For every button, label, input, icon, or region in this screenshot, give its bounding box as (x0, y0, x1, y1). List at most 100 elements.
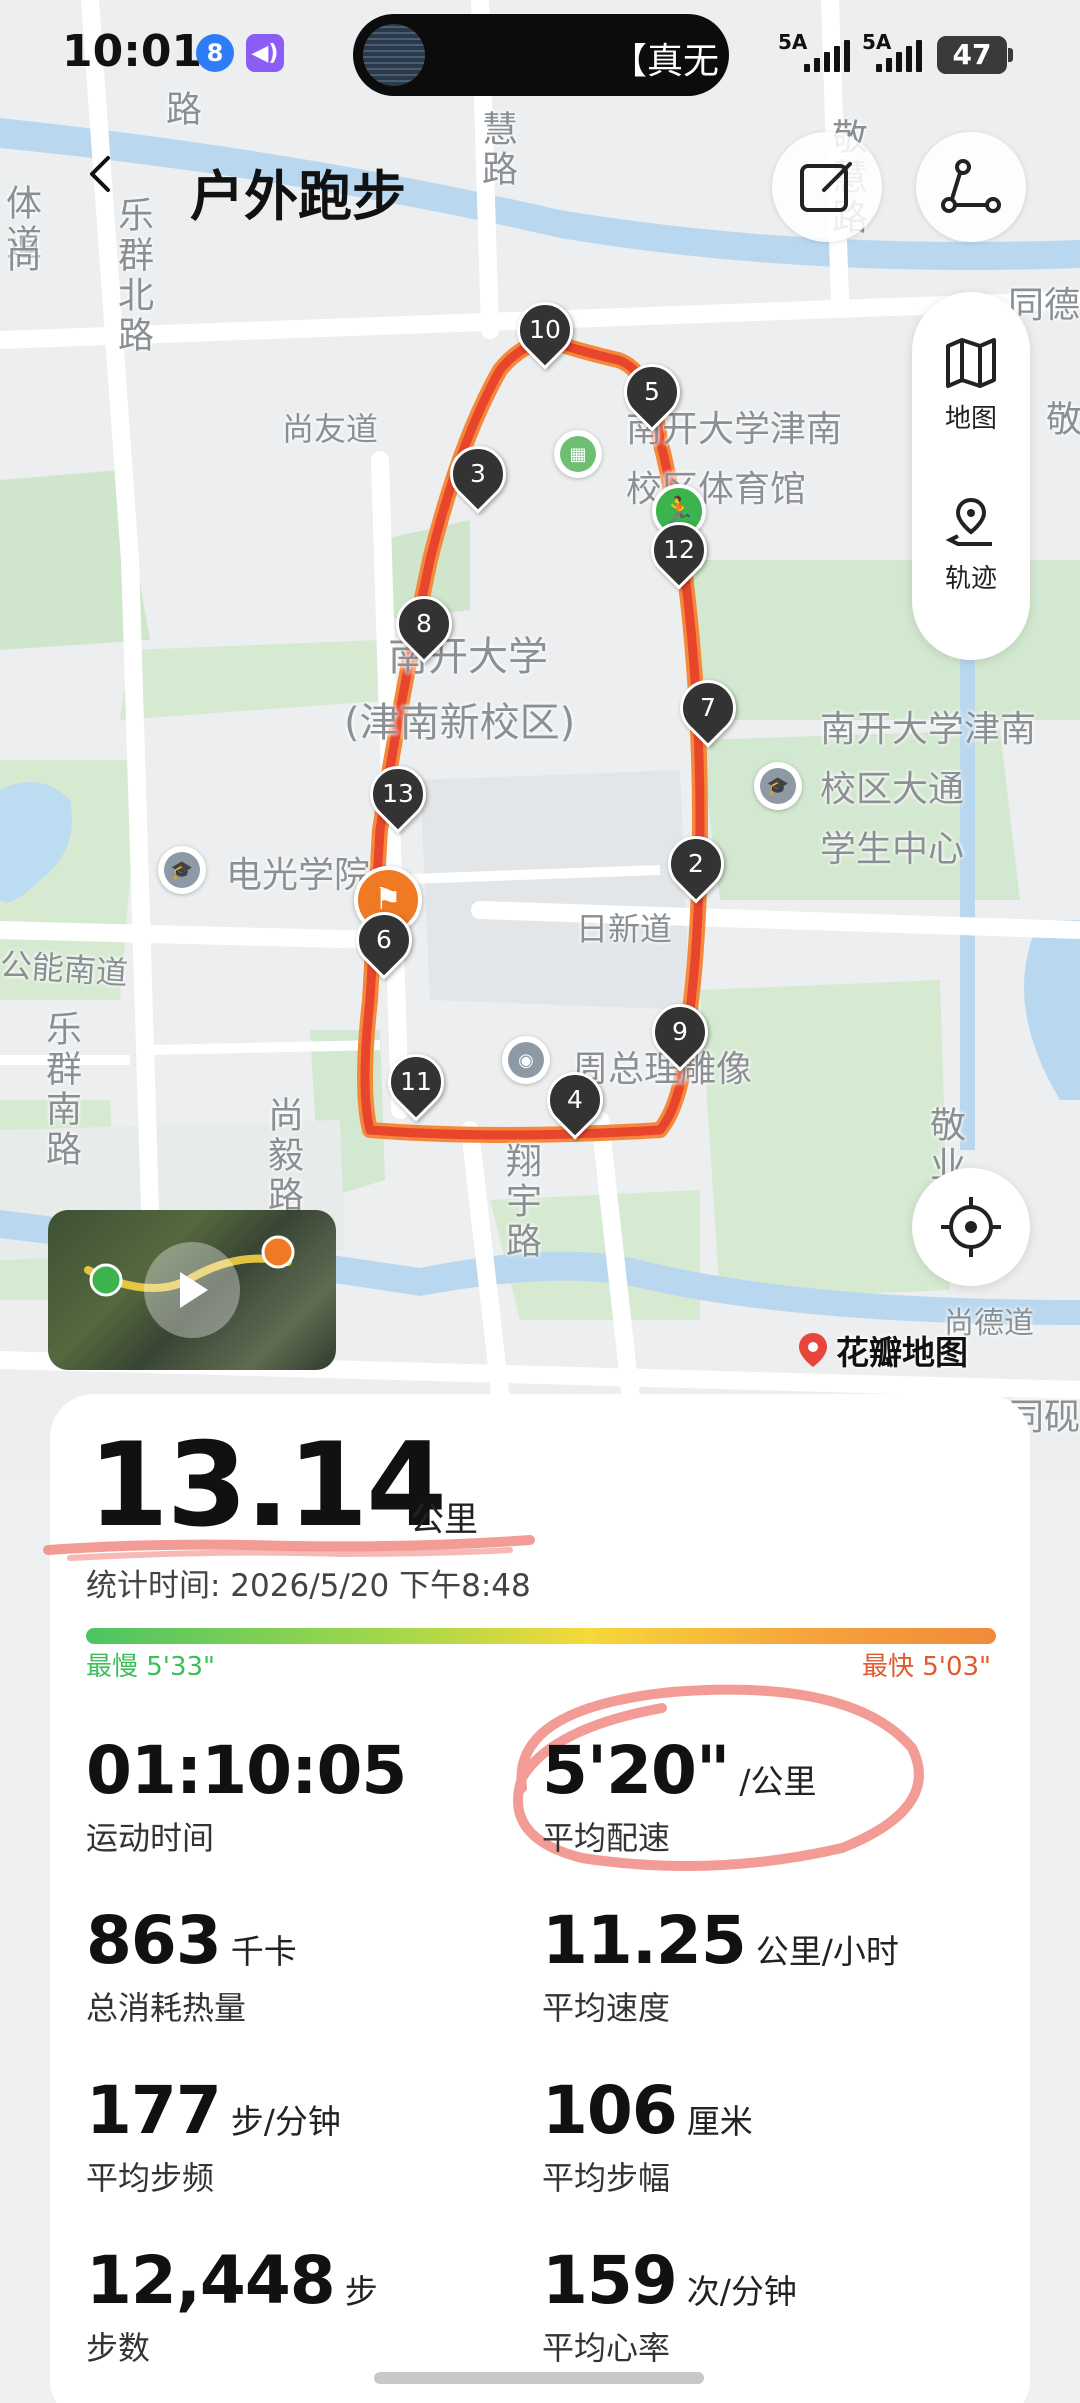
metric-value: 11.25 (542, 1902, 747, 1979)
dynamic-island[interactable]: 【真无 (353, 14, 729, 96)
share-route-button[interactable] (916, 132, 1026, 242)
metric-label: 平均步幅 (542, 2159, 671, 2197)
metric-label: 平均速度 (542, 1989, 671, 2027)
map-label-rixin: 日新道 (576, 910, 673, 948)
metric-unit: 次/分钟 (686, 2272, 797, 2311)
play-button[interactable] (144, 1242, 240, 1338)
chevron-left-icon (90, 156, 110, 192)
map-icon (946, 338, 996, 388)
metric-value: 159 (542, 2242, 678, 2319)
map-label-gongneng: 公能南道 (0, 945, 130, 993)
km-marker[interactable]: 8 (384, 584, 464, 664)
metric-steps: 12,448 步 步数 (86, 2242, 378, 2369)
status-bar: 10:01 8 ◀) 【真无 5A 5A 47 (0, 0, 1080, 100)
metric-label: 平均心率 (542, 2329, 671, 2367)
metric-stride: 106 厘米 平均步幅 (542, 2072, 753, 2199)
track-pin-icon (945, 497, 992, 546)
km-marker[interactable]: 2 (656, 824, 736, 904)
app-badge-icon: 8 (196, 34, 234, 72)
battery-level: 47 (937, 36, 1007, 74)
km-marker[interactable]: 7 (668, 668, 748, 748)
metric-value: 106 (542, 2072, 678, 2149)
map-layer-label: 地图 (944, 404, 997, 434)
edit-icon (800, 162, 852, 212)
gym-poi-icon[interactable]: ▦ (554, 430, 602, 478)
signal-1-label: 5A (778, 30, 808, 54)
stat-time: 统计时间: 2026/5/20 下午8:48 (86, 1568, 531, 1604)
distance-value: 13.14 (88, 1418, 447, 1553)
metric-unit: 公里/小时 (755, 1932, 899, 1971)
track-button[interactable]: 轨迹 (912, 496, 1030, 646)
map-label-huisi: 慧路 (476, 110, 517, 190)
crosshair-icon (941, 1197, 1001, 1257)
route-share-icon (941, 159, 1001, 213)
map-label-sc-3: 学生中心 (820, 829, 965, 870)
metric-unit: 千卡 (230, 1932, 297, 1971)
km-marker[interactable]: 10 (505, 290, 585, 370)
metric-unit: 厘米 (686, 2102, 753, 2141)
metric-avg-speed: 11.25 公里/小时 平均速度 (542, 1902, 899, 2029)
metric-label: 步数 (86, 2329, 151, 2367)
track-label: 轨迹 (944, 564, 997, 594)
metric-label: 运动时间 (86, 1819, 215, 1857)
metric-unit: 步 (344, 2272, 378, 2311)
home-indicator[interactable] (374, 2372, 704, 2384)
km-marker[interactable]: 6 (344, 900, 424, 980)
map-label-shang-left: 尚 (0, 236, 41, 276)
metric-value: 01:10:05 (86, 1732, 407, 1809)
locate-button[interactable] (912, 1168, 1030, 1286)
signal-bars-icon (804, 40, 850, 72)
playback-thumbnail[interactable] (48, 1210, 336, 1370)
pace-gradient-bar (86, 1628, 996, 1644)
page-title: 户外跑步 (190, 165, 406, 228)
metric-heart-rate: 159 次/分钟 平均心率 (542, 2242, 797, 2369)
km-marker[interactable]: 4 (535, 1060, 615, 1140)
map-label-dianguang: 电光学院 (226, 855, 371, 896)
metric-label: 总消耗热量 (86, 1989, 247, 2027)
metric-value: 5'20" (542, 1732, 730, 1809)
km-marker[interactable]: 11 (376, 1042, 456, 1122)
map-label-xiangyu: 翔宇路 (500, 1142, 541, 1262)
camera-poi-icon[interactable]: ◉ (502, 1036, 550, 1084)
map-label-shangyi: 尚毅路 (262, 1096, 303, 1216)
map-label-lequn-south: 乐群南路 (40, 1010, 81, 1170)
pace-slowest: 最慢 5'33" (86, 1652, 215, 1682)
metric-unit: /公里 (739, 1762, 817, 1801)
volume-badge-icon: ◀) (246, 34, 284, 72)
map-label-sc-2: 校区大通 (820, 769, 965, 810)
back-button[interactable] (56, 128, 148, 220)
map-layer-button[interactable]: 地图 (912, 336, 1030, 486)
play-icon (180, 1272, 208, 1308)
metric-calories: 863 千卡 总消耗热量 (86, 1902, 297, 2029)
km-marker[interactable]: 9 (640, 992, 720, 1072)
map-label-campus: (津南新校区) (344, 700, 576, 746)
km-marker[interactable]: 12 (639, 510, 719, 590)
battery-tip (1008, 48, 1013, 62)
status-time: 10:01 (62, 26, 203, 77)
map-label-jing-right: 敬 (1040, 400, 1080, 440)
island-text: 【真无 (611, 41, 720, 82)
metric-label: 平均配速 (542, 1819, 671, 1857)
km-marker[interactable]: 5 (612, 352, 692, 432)
school-poi-icon[interactable]: 🎓 (754, 762, 802, 810)
metric-cadence: 177 步/分钟 平均步频 (86, 2072, 341, 2199)
km-marker[interactable]: 3 (438, 434, 518, 514)
metric-value: 177 (86, 2072, 222, 2149)
metric-value: 12,448 (86, 2242, 336, 2319)
metric-value: 863 (86, 1902, 222, 1979)
map-brand-label: 花瓣地图 (836, 1333, 968, 1372)
metric-avg-pace: 5'20"/公里 平均配速 (542, 1732, 817, 1859)
km-marker[interactable]: 13 (358, 754, 438, 834)
edit-button[interactable] (772, 132, 882, 242)
metric-duration: 01:10:05 运动时间 (86, 1732, 416, 1859)
metric-label: 平均步频 (86, 2159, 215, 2197)
signal-bars-icon (876, 40, 922, 72)
island-thumbnail (363, 24, 425, 86)
school-poi-icon[interactable]: 🎓 (158, 846, 206, 894)
map-brand: 花瓣地图 (796, 1326, 968, 1374)
map-label-lequn-north: 乐群北路 (112, 196, 153, 356)
map-brand-pin-icon (799, 1333, 827, 1367)
distance-unit: 公里 (410, 1500, 478, 1540)
map-label-sc-1: 南开大学津南 (820, 709, 1037, 750)
map-label-shangyou: 尚友道 (282, 410, 379, 448)
